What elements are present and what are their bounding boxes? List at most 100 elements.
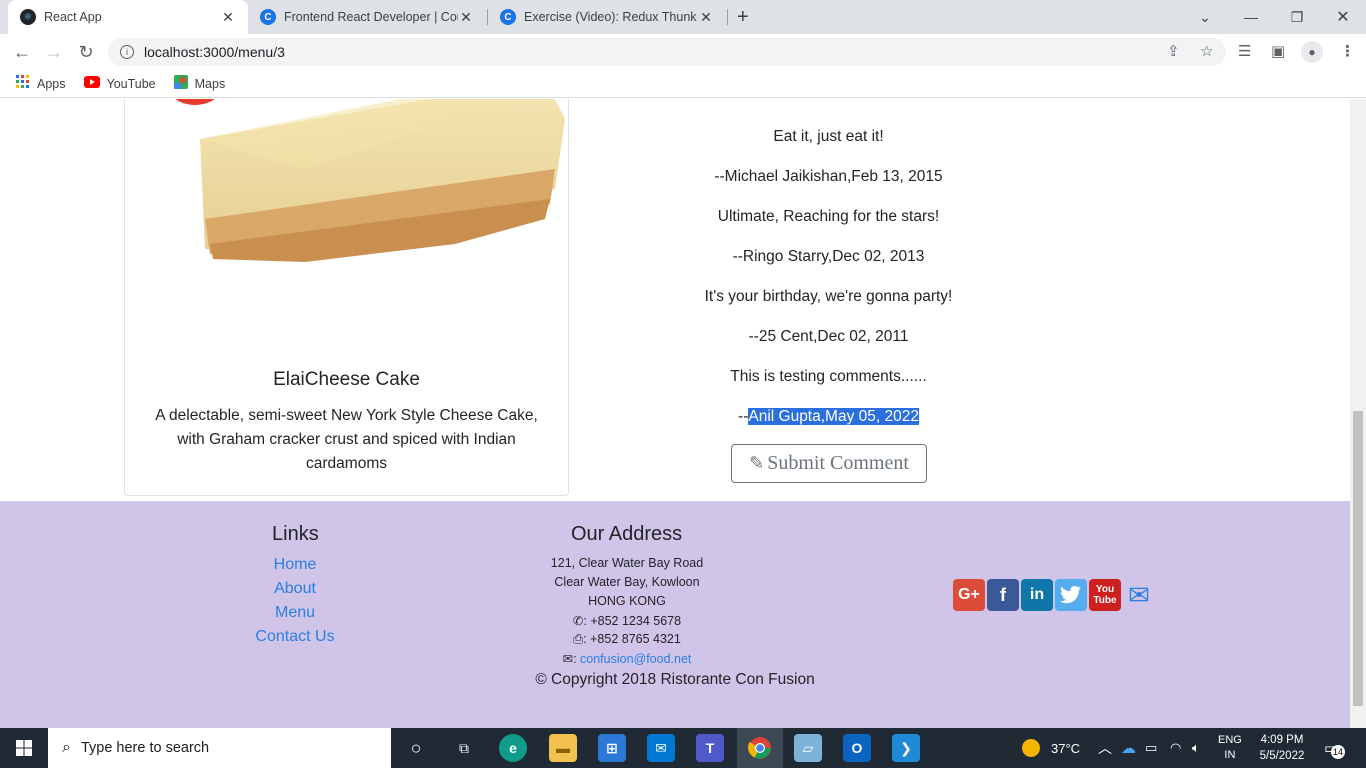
cortana-icon[interactable]: ○ <box>402 734 430 762</box>
battery-icon[interactable]: ▭ <box>1145 728 1157 768</box>
footer-link-menu[interactable]: Menu <box>235 604 355 622</box>
cheesecake-image <box>125 99 568 349</box>
share-icon[interactable]: ⇪ <box>1167 42 1180 60</box>
weather-widget[interactable]: 37°C <box>1022 728 1080 768</box>
tab-redux-thunk[interactable]: C Exercise (Video): Redux Thunk | C ✕ <box>488 0 726 34</box>
language-indicator[interactable]: ENG IN <box>1218 728 1242 768</box>
tab-frontend-react[interactable]: C Frontend React Developer | Cour ✕ <box>248 0 486 34</box>
windows-taskbar: ⌕ Type here to search ○ ⧉ e ▬ ⊞ ✉ T ▱ O … <box>0 728 1366 768</box>
edge-icon[interactable]: e <box>499 734 527 762</box>
youtube-icon <box>83 76 100 91</box>
apps-grid-icon <box>16 75 30 92</box>
menu-kebab-icon[interactable]: ⋮ <box>1340 42 1355 60</box>
footer-link-contact[interactable]: Contact Us <box>235 628 355 646</box>
comment-text: This is testing comments...... <box>730 368 927 385</box>
mail-app-icon[interactable]: ✉ <box>647 734 675 762</box>
taskbar-search-box[interactable]: ⌕ Type here to search <box>48 728 391 768</box>
comment-text: Eat it, just eat it! <box>773 128 884 145</box>
email-link[interactable]: confusion@food.net <box>580 652 691 666</box>
notification-center-icon[interactable]: ▭14 <box>1324 728 1345 768</box>
scrollbar-thumb[interactable] <box>1353 411 1363 706</box>
email-prefix: : <box>573 652 581 666</box>
comment-author: --Ringo Starry,Dec 02, 2013 <box>732 248 925 265</box>
reload-icon[interactable]: ↻ <box>75 41 97 63</box>
comment-text: It's your birthday, we're gonna party! <box>704 288 953 305</box>
windows-start-icon[interactable] <box>0 728 48 768</box>
onedrive-icon[interactable]: ☁ <box>1121 728 1136 768</box>
tray-chevron-icon[interactable]: ︿ <box>1098 728 1112 768</box>
email-line: ✉: confusion@food.net <box>527 651 727 666</box>
microsoft-store-icon[interactable]: ⊞ <box>598 734 626 762</box>
author-prefix: -- <box>738 408 749 425</box>
site-info-icon[interactable]: i <box>120 45 134 59</box>
notes-app-icon[interactable]: ▱ <box>794 734 822 762</box>
submit-comment-button[interactable]: ✎ Submit Comment <box>731 444 927 483</box>
profile-avatar-icon[interactable]: ● <box>1301 41 1323 63</box>
phone-number: : +852 1234 5678 <box>583 614 682 628</box>
fax-icon: ⎙ <box>573 632 584 646</box>
bookmark-maps[interactable]: Maps <box>173 75 225 92</box>
back-arrow-icon[interactable]: ← <box>11 41 33 63</box>
footer-link-about[interactable]: About <box>235 580 355 598</box>
new-tab-icon[interactable]: + <box>737 6 749 29</box>
task-view-icon[interactable]: ⧉ <box>450 734 478 762</box>
address-bar[interactable]: i localhost:3000/menu/3 <box>108 38 1226 66</box>
tab-react-app[interactable]: ⚛ React App ✕ <box>8 0 248 34</box>
bookmark-star-icon[interactable]: ☆ <box>1200 42 1213 60</box>
footer: Links Home About Menu Contact Us Our Add… <box>0 501 1350 728</box>
envelope-icon: ✉ <box>562 652 574 666</box>
lang-bottom: IN <box>1224 749 1236 761</box>
submit-comment-label: Submit Comment <box>767 452 909 474</box>
vscode-icon[interactable]: ❯ <box>892 734 920 762</box>
clock-time: 4:09 PM <box>1260 734 1304 746</box>
bookmark-apps[interactable]: Apps <box>16 75 66 92</box>
maps-pin-icon <box>173 75 188 92</box>
twitter-icon[interactable] <box>1055 579 1087 611</box>
tab-title: Frontend React Developer | Cour <box>284 10 458 24</box>
react-favicon-icon: ⚛ <box>20 9 36 25</box>
facebook-icon[interactable]: f <box>987 579 1019 611</box>
bookmark-youtube[interactable]: YouTube <box>83 76 156 91</box>
phone-icon: ✆ <box>572 614 584 628</box>
pencil-icon: ✎ <box>749 453 765 473</box>
close-tab-icon[interactable]: ✕ <box>220 9 236 26</box>
volume-icon[interactable]: 🔈︎ <box>1192 728 1200 768</box>
restore-icon[interactable]: ❐ <box>1274 0 1320 34</box>
tab-search-chevron-icon[interactable]: ⌄ <box>1182 0 1228 34</box>
phone-line: ✆: +852 1234 5678 <box>527 613 727 628</box>
address-heading: Our Address <box>571 523 683 545</box>
dish-description: A delectable, semi-sweet New York Style … <box>155 407 538 472</box>
teams-icon[interactable]: T <box>696 734 724 762</box>
browser-tab-bar: ⚛ React App ✕ C Frontend React Developer… <box>0 0 1366 34</box>
copyright-text: © Copyright 2018 Ristorante Con Fusion <box>535 671 815 688</box>
weather-temp: 37°C <box>1051 740 1081 756</box>
browser-toolbar: ← → ↻ i localhost:3000/menu/3 ⇪ ☆ ☰ ▣ ● … <box>0 34 1366 70</box>
forward-arrow-icon[interactable]: → <box>43 41 65 63</box>
wifi-icon[interactable]: ◠ <box>1170 728 1181 768</box>
file-explorer-icon[interactable]: ▬ <box>549 734 577 762</box>
tab-title: React App <box>44 10 102 24</box>
clock[interactable]: 4:09 PM 5/5/2022 <box>1254 728 1310 768</box>
comment-author: --25 Cent,Dec 02, 2011 <box>748 328 909 345</box>
close-tab-icon[interactable]: ✕ <box>458 9 474 26</box>
dish-card: ElaiCheese Cake A delectable, semi-sweet… <box>124 99 569 496</box>
close-tab-icon[interactable]: ✕ <box>698 9 714 26</box>
google-plus-icon[interactable]: G+ <box>953 579 985 611</box>
bookmark-label: YouTube <box>106 76 156 91</box>
side-panel-icon[interactable]: ▣ <box>1271 42 1285 60</box>
clock-date: 5/5/2022 <box>1259 750 1305 762</box>
linkedin-icon[interactable]: in <box>1021 579 1053 611</box>
youtube-icon[interactable]: You Tube <box>1089 579 1121 611</box>
search-icon: ⌕ <box>62 739 71 756</box>
media-queue-icon[interactable]: ☰ <box>1238 42 1251 60</box>
fax-number: : +852 8765 4321 <box>583 632 681 646</box>
tab-title: Exercise (Video): Redux Thunk | C <box>524 10 698 24</box>
outlook-icon[interactable]: O <box>843 734 871 762</box>
minimize-icon[interactable]: — <box>1228 0 1274 34</box>
footer-link-home[interactable]: Home <box>235 556 355 574</box>
chrome-icon[interactable] <box>737 728 783 768</box>
mail-icon[interactable]: ✉ <box>1123 579 1155 611</box>
comment-author: --Michael Jaikishan,Feb 13, 2015 <box>714 168 943 185</box>
close-window-icon[interactable]: ✕ <box>1320 0 1366 34</box>
page-scrollbar[interactable] <box>1350 99 1366 728</box>
